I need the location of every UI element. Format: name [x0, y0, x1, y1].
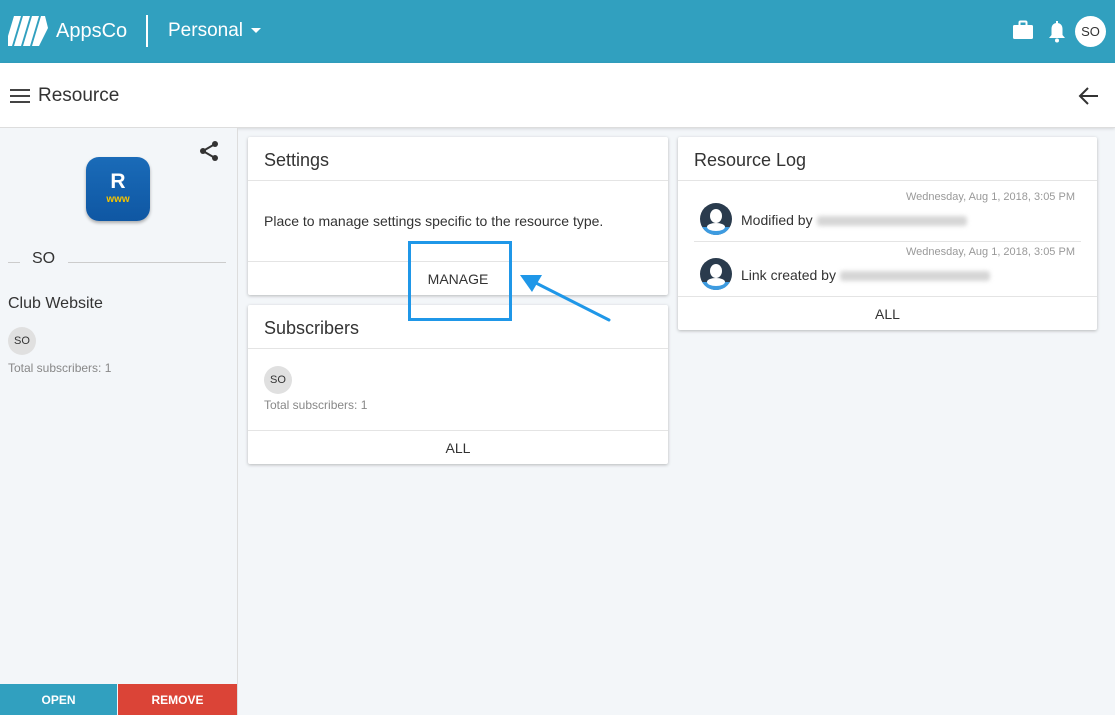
- log-action: Link created by: [741, 267, 836, 283]
- user-silhouette-icon: [700, 258, 732, 290]
- resource-log-title: Resource Log: [694, 150, 807, 170]
- page-toolbar: Resource: [0, 63, 1115, 128]
- pointer-arrow-icon: [520, 275, 611, 322]
- workspace-dropdown[interactable]: Personal: [168, 20, 261, 42]
- top-bar: AppsCo Personal SO: [0, 0, 1115, 63]
- resource-icon-letter: R: [110, 170, 126, 193]
- remove-button[interactable]: REMOVE: [118, 684, 237, 715]
- log-action: Modified by: [741, 212, 813, 228]
- arrow-back-icon[interactable]: [1078, 86, 1100, 106]
- divider: [694, 241, 1081, 242]
- share-icon[interactable]: [198, 140, 220, 162]
- owner-initials: SO: [32, 250, 56, 267]
- caret-down-icon: [251, 28, 261, 34]
- log-entry: Link created by: [741, 267, 990, 283]
- all-log-button[interactable]: ALL: [678, 296, 1097, 330]
- user-silhouette-icon: [700, 203, 732, 235]
- page-title: Resource: [38, 85, 120, 106]
- total-subscribers: Total subscribers: 1: [8, 361, 112, 375]
- settings-title: Settings: [264, 150, 330, 170]
- highlight-box: [408, 241, 512, 321]
- subscriber-avatar[interactable]: SO: [8, 327, 36, 355]
- appsco-logo-icon[interactable]: [8, 14, 48, 48]
- open-button[interactable]: OPEN: [0, 684, 117, 715]
- resource-name: Club Website: [8, 295, 103, 312]
- total-subscribers: Total subscribers: 1: [264, 398, 368, 412]
- divider: [68, 262, 226, 263]
- resource-sidebar: R www SO Club Website SO Total subscribe…: [0, 128, 238, 715]
- resource-icon-www: www: [106, 194, 130, 205]
- user-avatar[interactable]: SO: [1075, 16, 1106, 47]
- hamburger-menu-icon[interactable]: [10, 88, 30, 104]
- briefcase-icon[interactable]: [1013, 20, 1033, 40]
- workspace-label: Personal: [168, 20, 243, 41]
- log-timestamp: Wednesday, Aug 1, 2018, 3:05 PM: [906, 191, 1075, 203]
- settings-description: Place to manage settings specific to the…: [264, 213, 604, 229]
- resource-log-card: Resource Log Wednesday, Aug 1, 2018, 3:0…: [678, 137, 1097, 330]
- subscribers-title: Subscribers: [264, 318, 360, 338]
- bell-icon[interactable]: [1048, 21, 1066, 43]
- log-entry: Modified by: [741, 212, 967, 228]
- header-divider: [146, 15, 148, 47]
- all-subscribers-button[interactable]: ALL: [248, 430, 668, 464]
- card-header: Resource Log: [678, 137, 1097, 181]
- redacted-email: [816, 216, 967, 227]
- card-header: Settings: [248, 137, 668, 181]
- brand-name[interactable]: AppsCo: [56, 20, 127, 43]
- redacted-email: [839, 271, 990, 282]
- divider: [8, 262, 20, 263]
- subscriber-avatar[interactable]: SO: [264, 366, 292, 394]
- resource-app-icon: R www: [86, 157, 150, 221]
- log-timestamp: Wednesday, Aug 1, 2018, 3:05 PM: [906, 246, 1075, 258]
